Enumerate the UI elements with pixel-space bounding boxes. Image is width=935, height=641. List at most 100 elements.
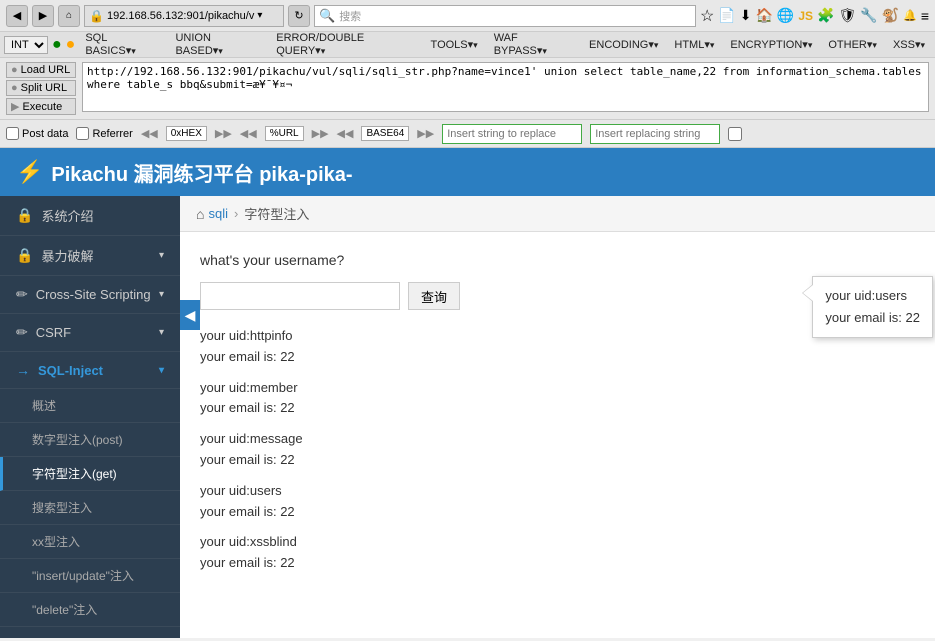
back-btn[interactable]: ◀: [6, 5, 28, 27]
play-icon: ▶: [11, 100, 19, 113]
post-data-check[interactable]: Post data: [6, 127, 68, 140]
tooltip-arrow: [803, 285, 813, 301]
result-2-email: your email is: 22: [200, 398, 915, 419]
collapse-sidebar-btn[interactable]: ◀: [180, 300, 200, 330]
username-search-input[interactable]: [200, 282, 400, 310]
sidebar-label-sql: SQL-Inject: [38, 363, 103, 378]
menu-error-double[interactable]: ERROR/DOUBLE QUERY▾: [270, 30, 420, 59]
sidebar-item-csrf[interactable]: ✏ CSRF ▾: [0, 314, 180, 352]
subitem-search[interactable]: 搜索型注入: [0, 491, 180, 525]
result-4: your uid:users your email is: 22: [200, 481, 915, 523]
pikachu-header: ⚡ Pikachu 漏洞练习平台 pika-pika-: [0, 148, 935, 196]
tooltip-line1: your uid:users: [825, 285, 920, 307]
menu-tools[interactable]: TOOLS▾: [425, 36, 484, 53]
arrow-icon-xss: ▾: [159, 289, 164, 300]
arrow-icon-csrf: ▾: [159, 327, 164, 338]
url-textarea[interactable]: http://192.168.56.132:901/pikachu/vul/sq…: [82, 62, 929, 112]
post-data-label: Post data: [22, 128, 68, 140]
breadcrumb-sep: ›: [234, 206, 238, 221]
load-url-btn[interactable]: ● Load URL: [6, 62, 76, 78]
sidebar-item-sys-intro[interactable]: 🔒 系统介绍: [0, 196, 180, 236]
menu-html[interactable]: HTML▾: [668, 36, 720, 53]
green-dot: ●: [52, 36, 62, 54]
ext1-icon[interactable]: 🧩: [817, 7, 834, 24]
menu-encryption[interactable]: ENCRYPTION▾: [724, 36, 818, 53]
result-3-email: your email is: 22: [200, 450, 915, 471]
subitem-insert-update[interactable]: "insert/update"注入: [0, 559, 180, 593]
result-5: your uid:xssblind your email is: 22: [200, 532, 915, 574]
left-arrow2: ◀◀: [240, 127, 257, 140]
js-icon[interactable]: JS: [798, 9, 813, 23]
magnify-icon: 🔍: [319, 8, 335, 24]
bullet-icon: ●: [11, 64, 18, 76]
base64-btn[interactable]: BASE64: [361, 126, 409, 141]
int-select[interactable]: INT: [4, 36, 48, 54]
ext2-icon[interactable]: 🛡: [838, 7, 856, 24]
download-icon[interactable]: ⬇: [740, 7, 752, 24]
menu-other[interactable]: OTHER▾: [822, 36, 883, 53]
menu-sql-basics[interactable]: SQL BASICS▾: [79, 30, 165, 59]
sidebar-item-brute-force[interactable]: 🔒 暴力破解 ▾: [0, 236, 180, 276]
subitem-number-post[interactable]: 数字型注入(post): [0, 423, 180, 457]
address-text: 192.168.56.132:901/pikachu/v: [107, 10, 254, 22]
arrow-icon-sql-expand: ▾: [159, 365, 164, 376]
hex-btn[interactable]: 0xHEX: [166, 126, 207, 141]
split-url-btn[interactable]: ● Split URL: [6, 80, 76, 96]
result-5-uid: your uid:xssblind: [200, 532, 915, 553]
home-btn[interactable]: ⌂: [58, 5, 80, 27]
replace-input[interactable]: [442, 124, 582, 144]
ext3-icon[interactable]: 🔧: [860, 7, 877, 24]
lock-icon-sidebar: 🔒: [16, 207, 33, 224]
result-3: your uid:message your email is: 22: [200, 429, 915, 471]
lock-icon: 🔒: [89, 9, 104, 23]
breadcrumb-sqli[interactable]: sqli: [208, 206, 228, 221]
result-3-uid: your uid:message: [200, 429, 915, 450]
search-button[interactable]: 查询: [408, 282, 460, 310]
replacing-input[interactable]: [590, 124, 720, 144]
arrow-icon-brute: ▾: [159, 250, 164, 261]
tooltip-line2: your email is: 22: [825, 307, 920, 329]
menu-waf-bypass[interactable]: WAF BYPASS▾: [488, 30, 579, 59]
post-data-checkbox[interactable]: [6, 127, 19, 140]
referrer-label: Referrer: [92, 128, 132, 140]
menu-union-based[interactable]: UNION BASED▾: [169, 30, 266, 59]
nav-icon[interactable]: 🏠: [755, 7, 772, 24]
sidebar: 🔒 系统介绍 🔒 暴力破解 ▾ ✏ Cross-Site Scripting ▾…: [0, 148, 180, 638]
subitem-string-get-label: 字符型注入(get): [32, 467, 117, 481]
sqlmap-toolbar: INT ● ● SQL BASICS▾ UNION BASED▾ ERROR/D…: [0, 32, 935, 58]
sidebar-item-sql-inject[interactable]: → SQL-Inject ▾: [0, 352, 180, 389]
subitem-delete[interactable]: "delete"注入: [0, 593, 180, 627]
result-4-uid: your uid:users: [200, 481, 915, 502]
result-1-email: your email is: 22: [200, 347, 915, 368]
star-icon[interactable]: ☆: [700, 6, 714, 26]
result-5-email: your email is: 22: [200, 553, 915, 574]
subitem-string-get[interactable]: 字符型注入(get): [0, 457, 180, 491]
globe-icon[interactable]: 🌐: [777, 7, 794, 24]
bookmark-icon[interactable]: 📄: [718, 7, 735, 24]
breadcrumb-current: 字符型注入: [244, 204, 309, 223]
referrer-checkbox[interactable]: [76, 127, 89, 140]
browser-icon: ▾: [257, 10, 262, 21]
referrer-check[interactable]: Referrer: [76, 127, 132, 140]
subitem-overview[interactable]: 概述: [0, 389, 180, 423]
subitem-xx-type-label: xx型注入: [32, 535, 80, 549]
replace-checkbox[interactable]: [728, 127, 742, 141]
ext4-icon[interactable]: 🐒: [882, 7, 899, 24]
sidebar-label-csrf: CSRF: [36, 325, 71, 340]
content-area: ⌂ sqli › 字符型注入 what's your username? 查询 …: [180, 148, 935, 638]
url-btn[interactable]: %URL: [265, 126, 304, 141]
menu-xss[interactable]: XSS▾: [887, 36, 931, 53]
subitem-xx-type[interactable]: xx型注入: [0, 525, 180, 559]
subitem-search-label: 搜索型注入: [32, 501, 92, 515]
sidebar-item-xss[interactable]: ✏ Cross-Site Scripting ▾: [0, 276, 180, 314]
search-placeholder: 搜索: [339, 8, 361, 24]
orange-dot: ●: [66, 36, 76, 54]
refresh-btn[interactable]: ↻: [288, 5, 310, 27]
forward-btn[interactable]: ▶: [32, 5, 54, 27]
menu-icon[interactable]: ≡: [921, 8, 929, 24]
sidebar-label-xss: Cross-Site Scripting: [36, 287, 151, 302]
browser-top-bar: ◀ ▶ ⌂ 🔒 192.168.56.132:901/pikachu/v ▾ ↻…: [0, 0, 935, 32]
result-4-email: your email is: 22: [200, 502, 915, 523]
execute-btn[interactable]: ▶ Execute: [6, 98, 76, 115]
menu-encoding[interactable]: ENCODING▾: [583, 36, 664, 53]
